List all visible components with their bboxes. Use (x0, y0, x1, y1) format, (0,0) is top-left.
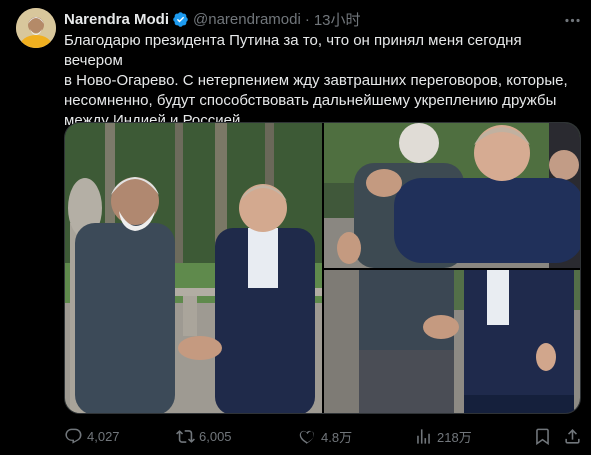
author-handle[interactable]: @narendramodi (193, 11, 301, 28)
reply-icon (65, 428, 82, 444)
tweet-text-line: Благодарю президента Путина за то, что о… (64, 32, 522, 69)
media-grid (64, 122, 581, 414)
timestamp[interactable]: 13小时 (314, 9, 361, 30)
avatar[interactable] (16, 8, 56, 48)
reply-button[interactable]: 4,027 (64, 424, 120, 448)
tweet-text: Благодарю президента Путина за то, что о… (64, 31, 574, 131)
like-button[interactable]: 4.8万 (298, 424, 352, 448)
repost-count: 6,005 (199, 428, 232, 444)
views-icon (417, 428, 430, 444)
bookmark-icon (536, 428, 549, 445)
separator-dot: · (304, 10, 310, 28)
like-icon (299, 430, 315, 444)
like-count: 4.8万 (321, 429, 353, 445)
more-icon[interactable] (560, 8, 584, 32)
views-count: 218万 (437, 429, 472, 445)
views-button[interactable]: 218万 (414, 424, 472, 448)
share-button[interactable] (563, 424, 582, 448)
reply-count: 4,027 (87, 428, 120, 444)
tweet-card[interactable]: Narendra Modi @narendramodi · 13小时 Благо… (0, 0, 591, 455)
verified-badge-icon (172, 11, 189, 28)
tweet-text-line: в Ново-Огарево. С нетерпением жду завтра… (64, 72, 568, 89)
bookmark-button[interactable] (533, 424, 552, 448)
author-name[interactable]: Narendra Modi (64, 11, 169, 28)
photo-handshake-closeup[interactable] (324, 270, 581, 414)
tweet-header: Narendra Modi @narendramodi · 13小时 (64, 9, 361, 29)
action-bar: 4,027 6,005 4.8万 218万 (64, 424, 584, 448)
tweet-text-line: несомненно, будут способствовать дальней… (64, 92, 557, 109)
photo-hug-top[interactable] (324, 123, 581, 268)
repost-button[interactable]: 6,005 (176, 424, 232, 448)
photo-handshake[interactable] (65, 123, 322, 414)
share-icon (565, 428, 580, 444)
repost-icon (176, 429, 195, 443)
